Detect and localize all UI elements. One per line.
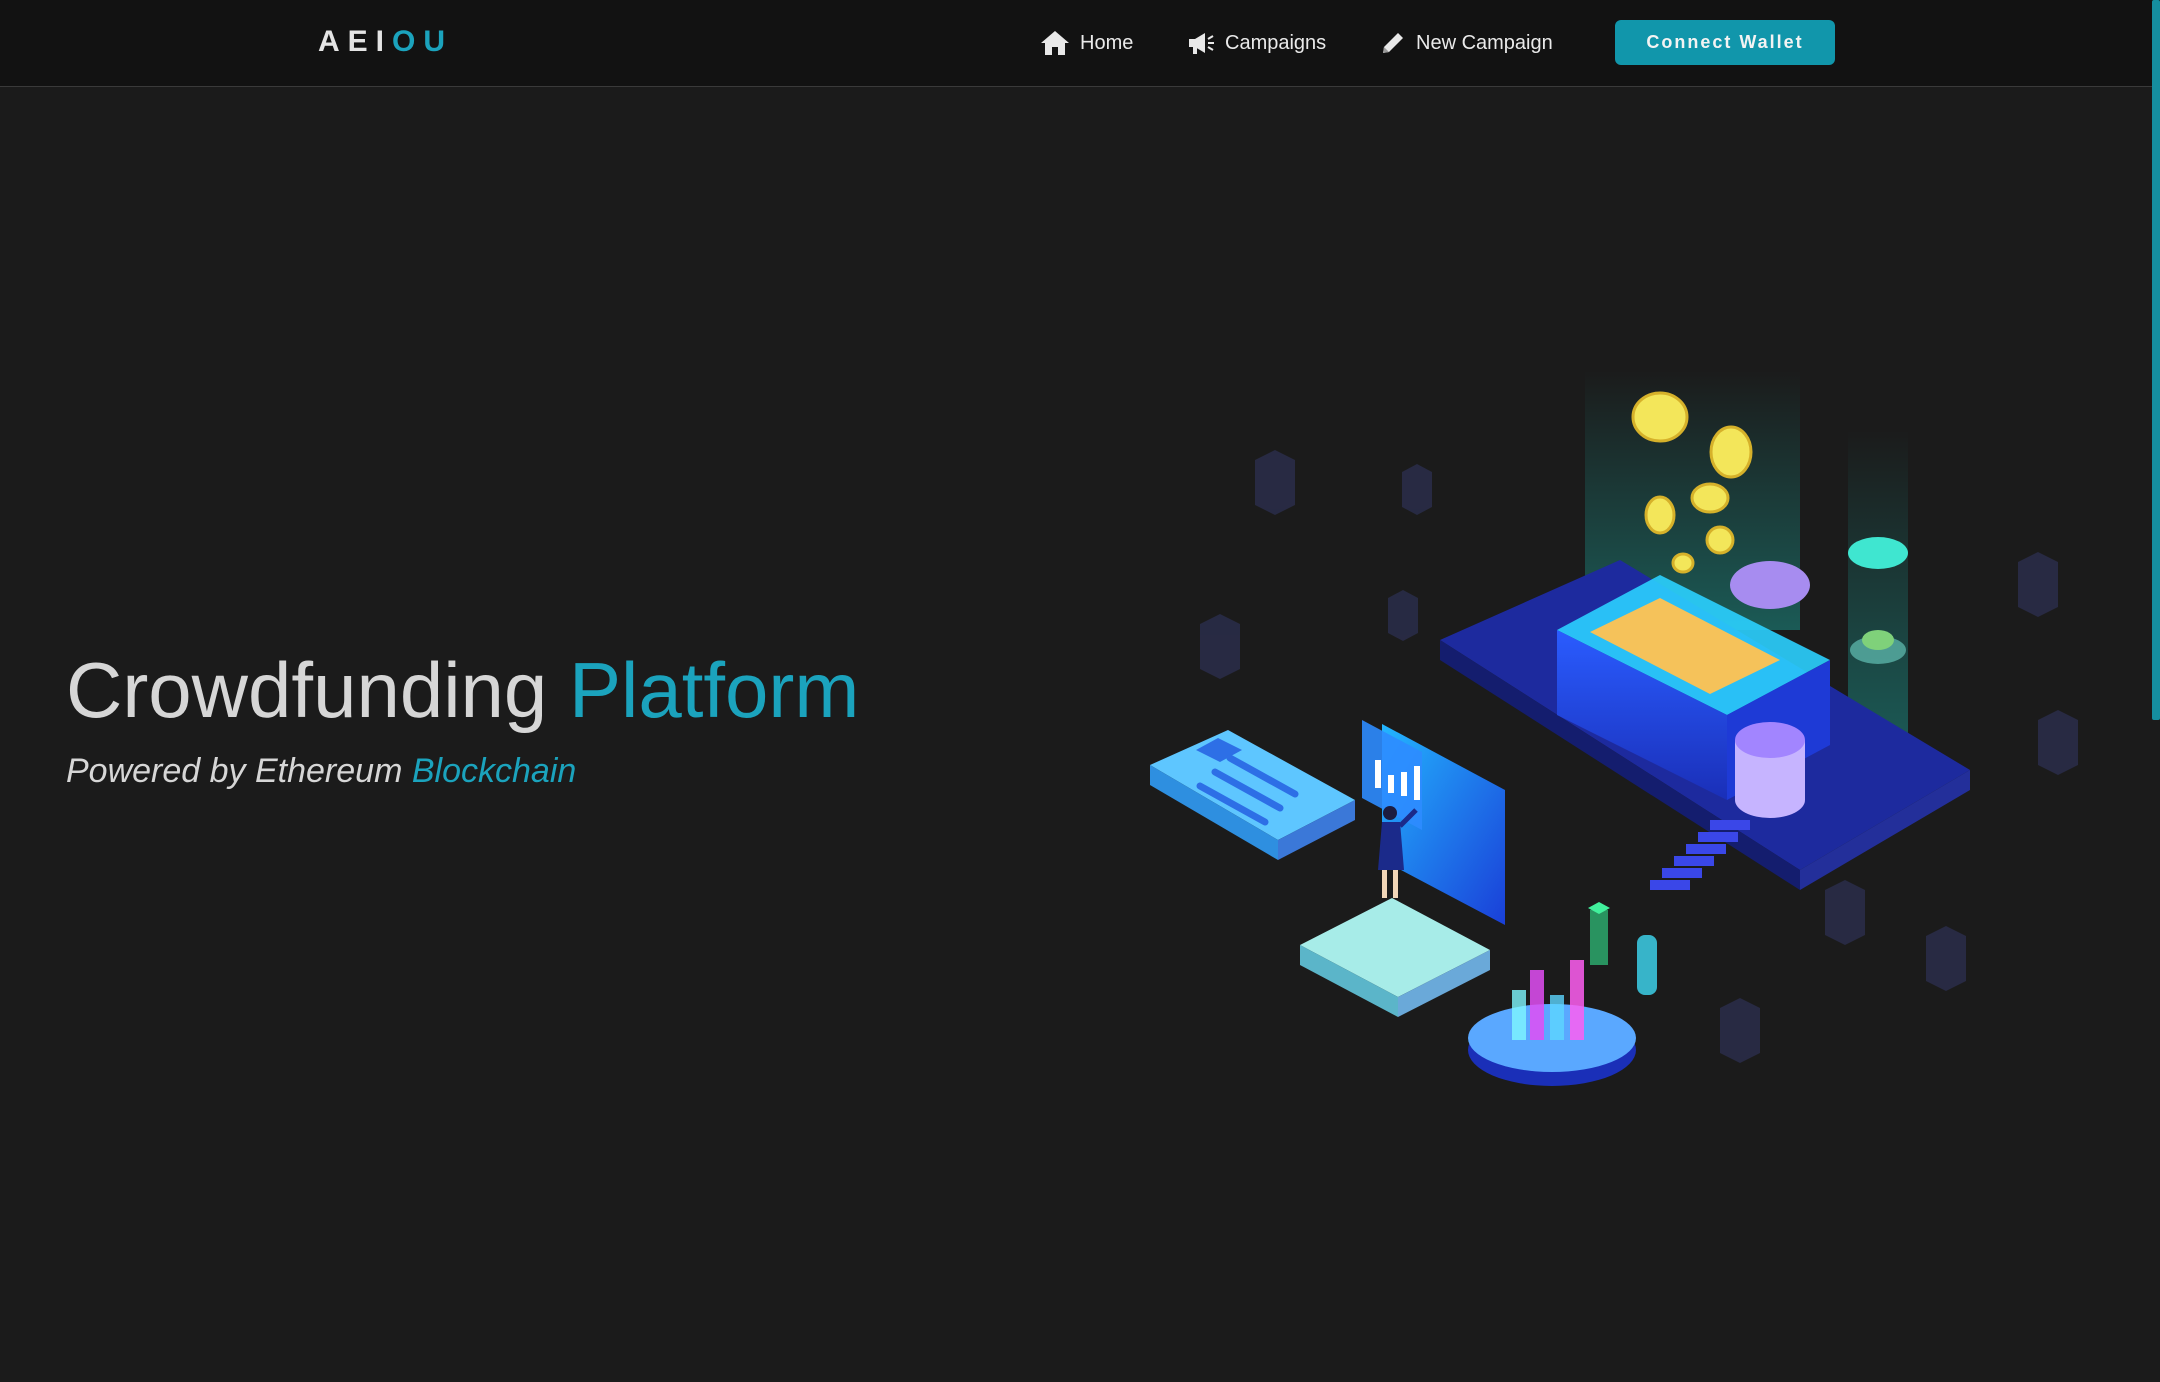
hero-title: Crowdfunding Platform — [66, 646, 859, 734]
teal-disc — [1848, 537, 1908, 569]
cyan-pillar — [1637, 935, 1657, 995]
nav-new-campaign[interactable]: New Campaign — [1380, 24, 1553, 62]
hero-subtitle-accent: Blockchain — [411, 752, 577, 790]
purple-disc — [1730, 561, 1810, 609]
scrollbar-thumb[interactable] — [2152, 0, 2160, 720]
blockchain-illustration — [1150, 370, 2078, 1086]
home-icon — [1041, 31, 1069, 55]
logo-text-accent: OU — [392, 25, 454, 58]
megaphone-icon — [1189, 33, 1214, 54]
light-beam-small — [1848, 430, 1908, 750]
nav-campaigns-label: Campaigns — [1225, 31, 1327, 54]
pencil-icon — [1383, 33, 1403, 53]
hero-subtitle-main: Powered by Ethereum — [66, 752, 403, 790]
green-beacon — [1590, 910, 1608, 965]
logo-text-primary: AEI — [318, 25, 393, 58]
connect-wallet-button[interactable]: Connect Wallet — [1615, 20, 1835, 65]
nav-home[interactable]: Home — [1040, 24, 1133, 62]
brand-logo[interactable]: AEIOU — [318, 22, 453, 62]
hero-title-main: Crowdfunding — [66, 646, 548, 734]
hero-subtitle: Powered by Ethereum Blockchain — [66, 752, 576, 791]
navbar: AEIOU Home Campaigns New Campaign Connec… — [0, 0, 2160, 87]
nav-campaigns[interactable]: Campaigns — [1187, 24, 1326, 62]
nav-home-label: Home — [1080, 31, 1134, 54]
hero-title-accent: Platform — [568, 646, 860, 734]
nav-new-campaign-label: New Campaign — [1416, 31, 1553, 54]
